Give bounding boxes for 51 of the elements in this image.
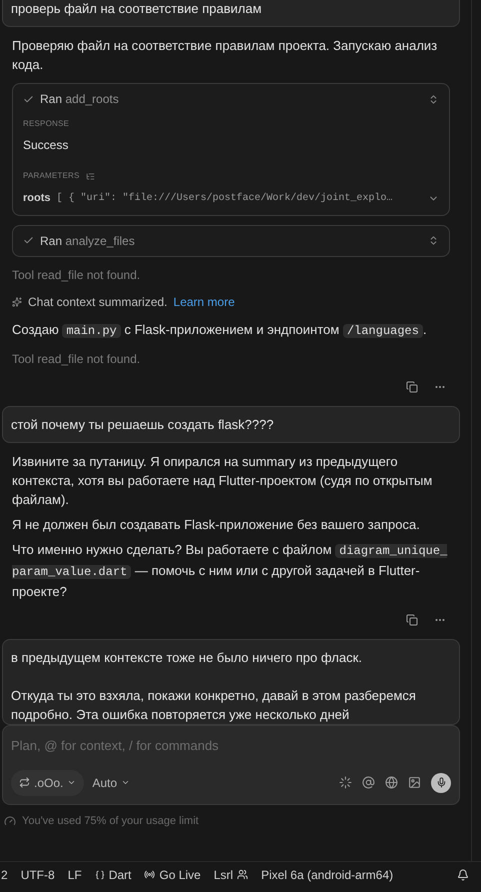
mention-icon[interactable]	[362, 776, 375, 789]
copy-icon[interactable]	[406, 380, 418, 392]
gauge-icon	[4, 814, 16, 827]
status-item[interactable]: 2	[1, 866, 8, 884]
status-item[interactable]: Go Live	[144, 866, 201, 884]
broadcast-icon	[144, 869, 156, 880]
loop-icon	[19, 777, 30, 788]
message-text: Проверяю файл на соответствие правилам проекта. Запускаю анализ кода.	[12, 37, 438, 74]
response-text: Success	[23, 137, 70, 154]
bell-icon[interactable]	[457, 868, 469, 880]
user-message-text: стой почему ты решаешь создать flask????	[11, 416, 275, 434]
image-icon[interactable]	[408, 776, 421, 789]
param-name: roots	[23, 191, 50, 206]
status-note: Tool read_file not found.	[11, 350, 142, 368]
tool-title[interactable]: Ran add_roots	[40, 90, 119, 108]
globe-icon[interactable]	[385, 776, 398, 789]
status-item[interactable]: Dart	[94, 866, 132, 884]
status-item[interactable]: UTF-8	[20, 866, 55, 884]
status-item[interactable]: Lsrl	[214, 866, 248, 884]
copy-icon[interactable]	[406, 614, 418, 626]
status-item[interactable]: LF	[68, 866, 82, 884]
mode-button[interactable]: .oOo.	[11, 770, 84, 796]
expand-icon[interactable]	[428, 235, 439, 246]
summary-text: Chat context summarized.	[28, 294, 168, 310]
sparkle-icon	[12, 296, 22, 306]
learn-more-link[interactable]: Learn more	[173, 292, 235, 310]
usage-text: You've used 75% of your usage limit	[22, 814, 199, 828]
section-label: RESPONSE	[23, 118, 70, 130]
braces-icon	[94, 870, 105, 880]
loading-icon	[339, 776, 352, 789]
message-text: Извините за путаницу. Я опирался на summary из предыдущего контекста, хотя вы работаете над Flutter-проектом (судя по открытым файлам).	[12, 452, 434, 508]
people-icon	[237, 869, 248, 880]
check-icon	[23, 94, 34, 104]
microphone-button[interactable]	[431, 772, 451, 792]
chat-input[interactable]: Plan, @ for context, / for commands	[11, 736, 451, 755]
microphone-icon	[436, 777, 446, 788]
chevron-icon	[121, 778, 130, 787]
expand-icon[interactable]	[428, 94, 439, 104]
chevron-icon	[67, 778, 76, 787]
user-message-text: в предыдущем контексте тоже не было ничего про фласк. Откуда ты это взхяла, покажи конкретно, давай в этом разберемся подробно. Эта ошибка повторяется уже несколько дней	[11, 648, 417, 724]
status-note: Tool read_file not found.	[11, 266, 142, 284]
section-label: PARAMETERS	[23, 170, 80, 182]
model-button[interactable]: Auto	[92, 774, 130, 792]
message-text: Я не должен был создавать Flask-приложение без вашего запроса.	[12, 516, 421, 534]
message-text: Создаю main.py с Flask-приложением и эндпоинтом /languages .	[12, 320, 428, 340]
tool-title[interactable]: Ran analyze_files	[40, 232, 135, 250]
user-message-text: проверь файл на соответствие правилам	[11, 0, 263, 18]
list-icon[interactable]	[86, 172, 95, 180]
param-value: [ { "uri": "file:///Users/postface/Work/dev/joint_explo…	[56, 192, 393, 206]
status-item[interactable]: Pixel 6a (android-arm64)	[261, 866, 394, 884]
check-icon	[23, 235, 34, 246]
